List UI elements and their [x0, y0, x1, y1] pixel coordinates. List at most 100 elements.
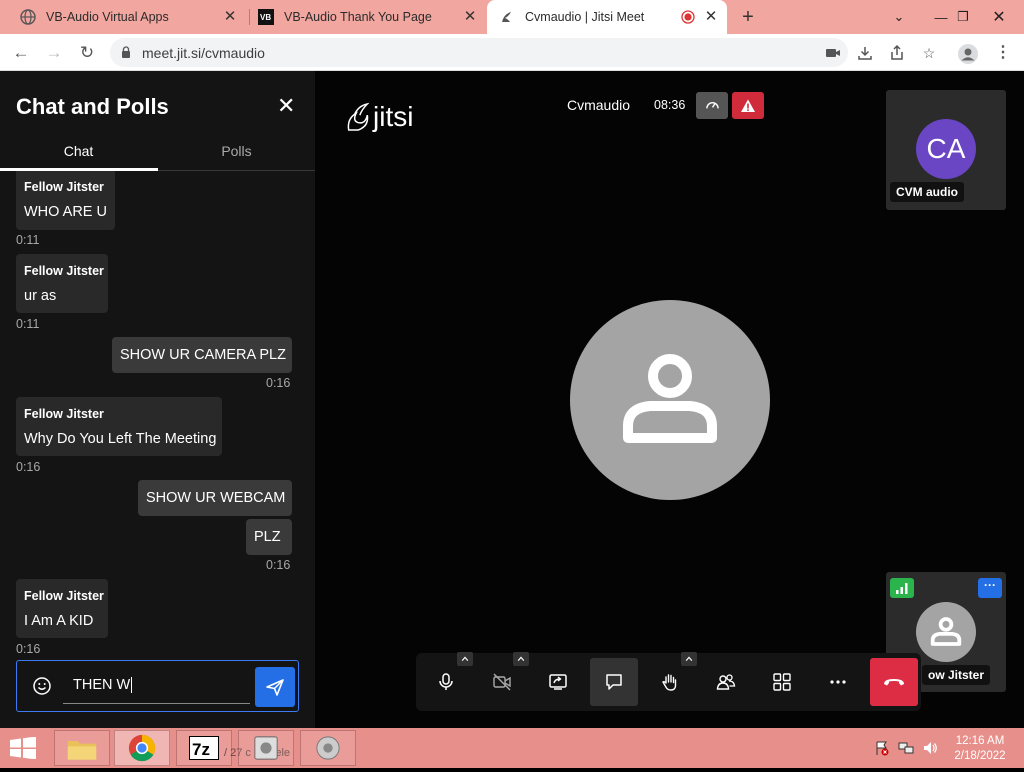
gauge-icon	[705, 102, 719, 109]
browser-toolbar: ← → ↻ meet.jit.si/cvmaudio ☆ ⋮	[0, 34, 1024, 71]
forward-icon[interactable]: →	[43, 42, 65, 64]
message-sender: Fellow Jitster	[24, 407, 104, 421]
message-bubble-own: SHOW UR CAMERA PLZ	[112, 337, 292, 373]
chat-panel: Chat and Polls ✕ Chat Polls Fellow Jitst…	[0, 71, 315, 728]
leave-meeting-button[interactable]	[870, 658, 918, 706]
participant-avatar-large	[570, 300, 770, 500]
restore-icon[interactable]: ❐	[946, 0, 980, 34]
participant-name: ow Jitster	[922, 665, 991, 685]
chat-panel-title: Chat and Polls	[16, 94, 169, 119]
tab-polls[interactable]: Polls	[158, 143, 315, 169]
microphone-button[interactable]	[422, 652, 473, 706]
more-options-icon[interactable]: ···	[978, 578, 1002, 598]
windows-start-icon[interactable]	[8, 737, 38, 759]
message-sender: Fellow Jitster	[24, 264, 104, 278]
app-window-icon	[254, 736, 278, 760]
globe-icon	[20, 9, 36, 25]
system-clock[interactable]: 12:16 AM 2/18/2022	[948, 734, 1012, 764]
message-list[interactable]: Fellow Jitster WHO ARE U 0:11 Fellow Jit…	[0, 171, 315, 661]
network-icon[interactable]	[898, 740, 914, 756]
message-time: 0:16	[266, 376, 291, 390]
menu-kebab-icon[interactable]: ⋮	[994, 44, 1012, 62]
chat-button[interactable]	[590, 658, 638, 706]
chevron-up-icon[interactable]	[681, 652, 697, 666]
jitsi-logo[interactable]: jitsi	[345, 101, 413, 133]
close-tab-icon[interactable]: ✕	[703, 9, 719, 25]
reload-icon[interactable]: ↻	[76, 42, 98, 64]
tab-title: VB-Audio Thank You Page	[284, 10, 432, 24]
message-time: 0:16	[16, 642, 41, 656]
message-time: 0:11	[16, 233, 40, 247]
bookmark-star-icon[interactable]: ☆	[920, 44, 938, 62]
screen-share-button[interactable]	[534, 658, 582, 706]
performance-settings-button[interactable]	[696, 92, 728, 119]
chevron-up-icon[interactable]	[513, 652, 529, 666]
participants-icon	[716, 674, 736, 690]
taskbar-file-explorer[interactable]	[54, 730, 110, 766]
meeting-timer: 08:36	[654, 98, 686, 112]
tab-title: VB-Audio Virtual Apps	[46, 10, 169, 24]
connection-warning-button[interactable]	[732, 92, 764, 119]
volume-icon[interactable]	[922, 740, 938, 756]
tile-view-button[interactable]	[758, 658, 806, 706]
user-icon	[930, 617, 962, 646]
clock-time: 12:16 AM	[955, 735, 1005, 747]
chevron-up-icon[interactable]	[457, 652, 473, 666]
tab-vb-audio-virtual-apps[interactable]: VB-Audio Virtual Apps ✕	[14, 0, 246, 34]
participants-button[interactable]	[702, 658, 750, 706]
install-app-icon[interactable]	[856, 44, 874, 62]
message-sender: Fellow Jitster	[24, 180, 104, 194]
tab-title: Cvmaudio | Jitsi Meet	[525, 10, 645, 24]
close-icon[interactable]: ✕	[277, 94, 295, 118]
browser-tabstrip: VB-Audio Virtual Apps ✕ VB VB-Audio Than…	[0, 0, 1024, 34]
share-icon[interactable]	[888, 44, 906, 62]
taskbar-vb-audio[interactable]	[300, 730, 356, 766]
taskbar-app[interactable]	[238, 730, 294, 766]
profile-icon[interactable]	[958, 44, 978, 64]
message-text: ur as	[24, 288, 57, 304]
close-tab-icon[interactable]: ✕	[222, 9, 238, 25]
more-options-icon	[830, 680, 846, 684]
meeting-stage: jitsi Cvmaudio 08:36 CA CVM audio ··· ow…	[315, 71, 1024, 728]
folder-icon	[67, 741, 97, 760]
close-window-icon[interactable]: ✕	[982, 0, 1016, 34]
message-sender: Fellow Jitster	[24, 589, 104, 603]
message-text: SHOW UR CAMERA PLZ	[120, 347, 286, 363]
new-tab-icon[interactable]: +	[738, 6, 758, 28]
message-time: 0:11	[16, 317, 40, 331]
more-actions-button[interactable]	[814, 658, 862, 706]
address-bar[interactable]: meet.jit.si/cvmaudio	[110, 38, 848, 67]
action-center-flag-icon[interactable]	[874, 740, 890, 756]
tab-jitsi-meet[interactable]: Cvmaudio | Jitsi Meet ✕	[487, 0, 727, 34]
svg-text:VB: VB	[260, 13, 271, 22]
send-button[interactable]	[255, 667, 295, 707]
message-bubble: Fellow Jitster Why Do You Left The Meeti…	[16, 397, 222, 456]
clock-date: 2/18/2022	[954, 750, 1006, 762]
avatar: CA	[916, 119, 976, 179]
participant-name: CVM audio	[890, 182, 964, 202]
chevron-down-icon[interactable]: ⌄	[882, 0, 916, 34]
back-icon[interactable]: ←	[10, 42, 32, 64]
chat-message-input[interactable]: THEN W	[73, 677, 133, 694]
jitsi-logo-icon	[347, 102, 370, 131]
connection-indicator[interactable]	[890, 578, 914, 598]
camera-icon[interactable]	[824, 44, 842, 62]
taskbar-chrome[interactable]	[114, 730, 170, 766]
windows-taskbar: 7z / 27 c (s) sele 12:16 AM 2/18/2022	[0, 728, 1024, 768]
screen-share-icon	[549, 674, 567, 690]
jitsi-logo-text: jitsi	[373, 101, 414, 132]
participant-tile-cvm-audio[interactable]: CA CVM audio	[886, 90, 1006, 210]
signal-bars-icon	[896, 583, 908, 594]
raise-hand-button[interactable]	[646, 652, 697, 706]
user-icon	[623, 354, 717, 443]
message-time: 0:16	[266, 558, 291, 572]
chat-input-container: THEN W	[16, 660, 299, 712]
camera-button[interactable]	[478, 652, 529, 706]
participant-avatar	[916, 602, 976, 662]
emoji-icon[interactable]	[33, 677, 51, 695]
tab-chat[interactable]: Chat	[0, 143, 157, 169]
lock-icon	[122, 46, 130, 58]
close-tab-icon[interactable]: ✕	[462, 9, 478, 25]
tab-vb-audio-thank-you[interactable]: VB VB-Audio Thank You Page ✕	[252, 0, 486, 34]
message-text: Why Do You Left The Meeting	[24, 431, 217, 447]
